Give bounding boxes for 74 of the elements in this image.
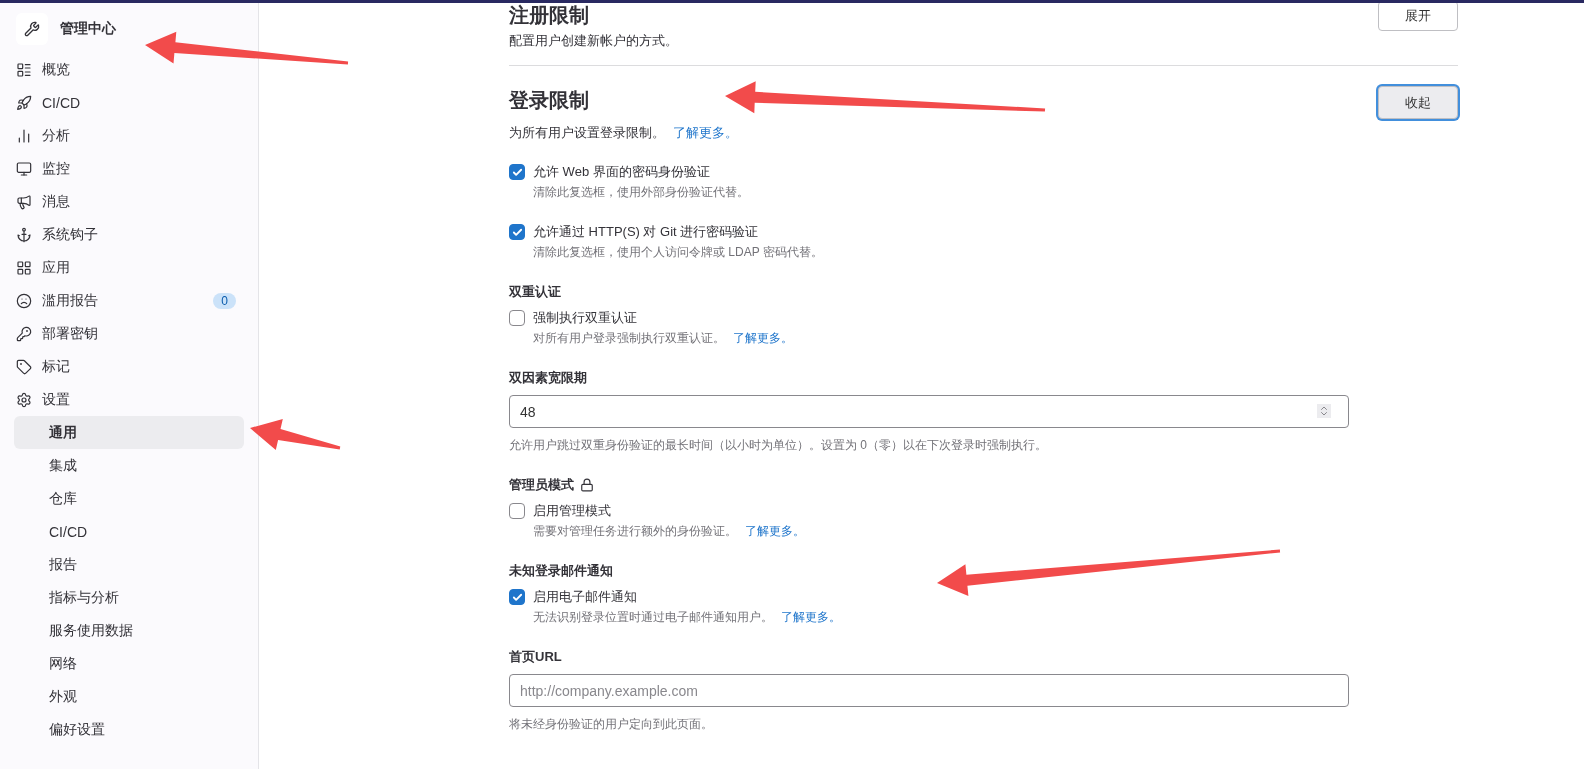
sidebar-item[interactable]: 标记 [8,350,244,383]
help-text: 需要对管理任务进行额外的身份验证。 了解更多。 [533,523,805,540]
learn-more-link[interactable]: 了解更多。 [673,125,738,140]
sidebar-item[interactable]: 应用 [8,251,244,284]
toggle-button[interactable]: 展开 [1378,3,1458,31]
sidebar-subitem[interactable]: 集成 [14,449,244,482]
checkbox-label: 允许通过 HTTP(S) 对 Git 进行密码验证 [533,223,760,241]
setting-heading: 双因素宽限期 [509,369,587,387]
learn-more-link[interactable]: 了解更多。 [781,610,841,624]
checkbox[interactable] [509,164,525,180]
sidebar-subitem[interactable]: 网络 [14,647,244,680]
sidebar-subitem[interactable]: 偏好设置 [14,713,244,746]
help-text: 清除此复选框，使用个人访问令牌或 LDAP 密码代替。 [533,244,823,261]
sidebar-item[interactable]: 分析 [8,119,244,152]
sidebar-item[interactable]: 监控 [8,152,244,185]
menu-icon [16,226,32,243]
check-icon [511,591,523,603]
sidebar-item[interactable]: 滥用报告 0 [8,284,244,317]
section-title: 登录限制 [509,88,589,113]
menu-icon [16,292,32,309]
sidebar-item[interactable]: 系统钩子 [8,218,244,251]
help-text: 对所有用户登录强制执行双重认证。 了解更多。 [533,330,793,347]
section-title: 注册限制 [509,3,589,28]
toggle-button[interactable]: 收起 [1378,86,1458,119]
menu-icon [16,61,32,78]
sidebar-subitem[interactable]: 报告 [14,548,244,581]
help-text: 无法识别登录位置时通过电子邮件通知用户。 了解更多。 [533,609,841,626]
menu-icon [16,325,32,342]
check-icon [511,166,523,178]
lock-icon [580,478,594,492]
checkbox-label: 允许 Web 界面的密码身份验证 [533,163,711,181]
check-icon [511,226,523,238]
section-description: 配置用户创建新帐户的方式。 [509,32,679,50]
sidebar-item[interactable]: 设置 [8,383,244,416]
section-description: 为所有用户设置登录限制。 了解更多。 [509,124,739,142]
url-field[interactable]: http://company.example.com [509,674,1349,707]
menu-icon [16,259,32,276]
setting-heading: 双重认证 [509,283,561,301]
checkbox[interactable] [509,589,525,605]
sidebar-item[interactable]: 概览 [8,53,244,86]
checkbox-label: 启用电子邮件通知 [533,588,638,606]
help-text: 将未经身份验证的用户定向到此页面。 [509,716,714,733]
menu-icon [16,358,32,375]
sidebar-item[interactable]: CI/CD [8,86,244,119]
learn-more-link[interactable]: 了解更多。 [745,524,805,538]
sidebar-subitem[interactable]: CI/CD [14,515,244,548]
sidebar-subitem[interactable]: 仓库 [14,482,244,515]
menu-icon [16,160,32,177]
learn-more-link[interactable]: 了解更多。 [733,331,793,345]
sidebar-subitem[interactable]: 指标与分析 [14,581,244,614]
setting-heading: 管理员模式 [509,476,574,494]
menu-icon [16,94,32,111]
checkbox-label: 启用管理模式 [533,502,612,520]
help-text: 允许用户跳过双重身份验证的最长时间（以小时为单位）。设置为 0（零）以在下次登录时强制执行。 [509,437,1048,454]
checkbox-label: 强制执行双重认证 [533,309,638,327]
menu-icon [16,127,32,144]
sidebar-subitem[interactable]: 服务使用数据 [14,614,244,647]
checkbox[interactable] [509,310,525,326]
checkbox[interactable] [509,503,525,519]
spinner-icon[interactable] [1317,404,1331,418]
sidebar-subitem[interactable]: 通用 [14,416,244,449]
sidebar-item[interactable]: 消息 [8,185,244,218]
menu-icon [16,193,32,210]
sidebar-subitem[interactable]: 外观 [14,680,244,713]
menu-icon [16,391,32,408]
number-field[interactable]: 48 [509,395,1349,428]
wrench-icon [16,13,48,45]
setting-heading: 首页URL [509,648,562,666]
help-text: 清除此复选框，使用外部身份验证代替。 [533,184,749,201]
count-badge: 0 [213,292,236,309]
checkbox[interactable] [509,224,525,240]
sidebar-title: 管理中心 [60,20,116,38]
sidebar-item[interactable]: 部署密钥 [8,317,244,350]
setting-heading: 未知登录邮件通知 [509,562,613,580]
